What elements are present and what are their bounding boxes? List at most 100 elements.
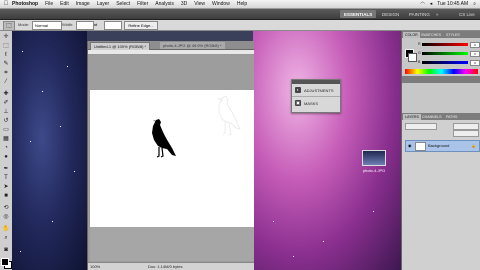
blur-tool-icon[interactable]: ◔ xyxy=(2,145,10,152)
menu-window[interactable]: Window xyxy=(212,1,230,7)
dodge-tool-icon[interactable]: ● xyxy=(2,154,10,161)
options-bar: ⬚ Mode: Normal Width: ⇄ Refine Edge... xyxy=(0,20,480,31)
3d-rotate-tool-icon[interactable]: ⟲ xyxy=(2,205,10,212)
black-bird-silhouette[interactable] xyxy=(148,118,178,164)
desktop-background-left xyxy=(12,31,87,270)
foreground-color-swatch[interactable] xyxy=(1,258,9,266)
menu-help[interactable]: Help xyxy=(237,1,247,7)
menu-3d[interactable]: 3D xyxy=(181,1,187,7)
color-panel-tabs: COLOR SWATCHES STYLES xyxy=(402,31,480,38)
menu-image[interactable]: Image xyxy=(76,1,90,7)
path-select-tool-icon[interactable]: ➤ xyxy=(2,184,10,191)
red-slider[interactable] xyxy=(422,43,468,46)
ruler xyxy=(88,50,254,55)
eye-icon[interactable]: ◉ xyxy=(408,143,412,148)
green-value[interactable]: 0 xyxy=(470,51,480,57)
quick-select-tool-icon[interactable]: ✎ xyxy=(2,61,10,68)
screen:  Photoshop File Edit Image Layer Select… xyxy=(0,0,480,270)
color-ramp[interactable] xyxy=(405,69,478,74)
red-value[interactable]: 0 xyxy=(470,42,480,48)
lock-icon: 🔒 xyxy=(471,143,476,148)
layer-options xyxy=(405,123,479,137)
adjustments-panel-tabs xyxy=(402,76,480,83)
tab-untitled-1[interactable]: Untitled-1 @ 100% (RGB/8) * xyxy=(90,42,151,50)
type-tool-icon[interactable]: T xyxy=(2,175,10,182)
blend-mode-select[interactable] xyxy=(405,123,437,130)
masks-icon: ▣ xyxy=(295,100,301,106)
wifi-icon[interactable]: ◠ xyxy=(420,1,424,7)
eyedropper-tool-icon[interactable]: ⁄ xyxy=(2,79,10,86)
workspace-painting-button[interactable]: PAINTING xyxy=(405,10,434,18)
pen-tool-icon[interactable]: ✒ xyxy=(2,166,10,173)
layers-panel-tabs: LAYERS CHANNELS PATHS xyxy=(402,113,480,120)
masks-label: MASKS xyxy=(304,100,319,106)
quick-mask-icon[interactable]: ◙ xyxy=(2,247,10,254)
stamp-tool-icon[interactable]: ⊥ xyxy=(2,109,10,116)
green-label: G xyxy=(418,51,421,55)
menubar-status: ◠ ◂ Tue 10:45 AM ⌕ xyxy=(420,0,476,8)
green-slider[interactable] xyxy=(422,52,468,55)
menu-view[interactable]: View xyxy=(194,1,205,7)
masks-row[interactable]: ▣ MASKS xyxy=(292,96,340,109)
width-field[interactable] xyxy=(76,21,94,30)
crop-tool-icon[interactable]: ⌗ xyxy=(2,70,10,77)
lasso-tool-icon[interactable]: ℓ xyxy=(2,52,10,59)
spotlight-icon[interactable]: ⌕ xyxy=(473,1,476,7)
menu-select[interactable]: Select xyxy=(116,1,130,7)
tab-untitled-1-label: Untitled-1 @ 100% (RGB/8) * xyxy=(94,44,147,49)
zoom-level[interactable]: 100% xyxy=(90,264,100,269)
workspace-essentials-button[interactable]: ESSENTIALS xyxy=(340,10,377,18)
width-label: Width: xyxy=(62,22,74,27)
desktop-file-icon[interactable] xyxy=(362,150,386,166)
menu-filter[interactable]: Filter xyxy=(137,1,148,7)
gradient-tool-icon[interactable]: ▦ xyxy=(2,136,10,143)
apple-icon[interactable]:  xyxy=(0,1,12,7)
adjustments-masks-panel: ◐ ADJUSTMENTS ▣ MASKS xyxy=(291,79,341,113)
layers-panel: ◉ Background 🔒 xyxy=(402,120,480,270)
mode-select[interactable]: Normal xyxy=(32,21,62,30)
zoom-tool-icon[interactable]: ⌕ xyxy=(2,235,10,242)
adjustments-row[interactable]: ◐ ADJUSTMENTS xyxy=(292,84,340,96)
fill-field[interactable] xyxy=(453,130,479,137)
healing-tool-icon[interactable]: ✚ xyxy=(2,91,10,98)
menu-analysis[interactable]: Analysis xyxy=(155,1,174,7)
layer-thumbnail xyxy=(415,142,426,151)
red-label: R xyxy=(418,42,421,46)
height-field[interactable] xyxy=(104,21,122,30)
eraser-tool-icon[interactable]: ▭ xyxy=(2,127,10,134)
volume-icon[interactable]: ◂ xyxy=(430,1,433,7)
menu-file[interactable]: File xyxy=(45,1,53,7)
blue-slider[interactable] xyxy=(422,61,468,64)
clock[interactable]: Tue 10:45 AM xyxy=(437,1,468,7)
layer-row-background[interactable]: ◉ Background 🔒 xyxy=(405,140,480,152)
outline-bird[interactable] xyxy=(212,95,246,143)
link-icon[interactable]: ⇄ xyxy=(94,22,97,27)
menu-edit[interactable]: Edit xyxy=(60,1,69,7)
brush-tool-icon[interactable]: ✐ xyxy=(2,100,10,107)
cs-live-button[interactable]: CS Live xyxy=(455,10,479,18)
desktop-file-label[interactable]: photo-4.JPG xyxy=(356,168,392,173)
blue-value[interactable]: 0 xyxy=(470,60,480,66)
opacity-field[interactable] xyxy=(453,123,479,130)
history-brush-tool-icon[interactable]: ↺ xyxy=(2,118,10,125)
tab-photo-4-label: photo-4.JPG @ 49.9% (RGB/8) * xyxy=(163,43,222,48)
pasteboard xyxy=(90,227,254,261)
menu-app-name[interactable]: Photoshop xyxy=(12,1,38,7)
panel-background-swatch[interactable] xyxy=(408,53,417,62)
workspace-design-button[interactable]: DESIGN xyxy=(378,10,403,18)
tab-photo-4[interactable]: photo-4.JPG @ 49.9% (RGB/8) * xyxy=(160,42,225,49)
hand-tool-icon[interactable]: ✋ xyxy=(2,226,10,233)
3d-orbit-tool-icon[interactable]: ◎ xyxy=(2,214,10,221)
current-tool-icon[interactable]: ⬚ xyxy=(3,21,15,31)
menu-bar:  Photoshop File Edit Image Layer Select… xyxy=(0,0,480,9)
refine-edge-button[interactable]: Refine Edge... xyxy=(124,21,158,30)
marquee-tool-icon[interactable]: ⬚ xyxy=(2,43,10,50)
adjustments-icon: ◐ xyxy=(295,87,301,93)
workspace-more-button[interactable]: » xyxy=(432,10,443,18)
menu-layer[interactable]: Layer xyxy=(97,1,110,7)
shape-tool-icon[interactable]: ■ xyxy=(2,193,10,200)
move-tool-icon[interactable]: ✛ xyxy=(2,34,10,41)
adjustments-label: ADJUSTMENTS xyxy=(304,87,334,93)
panel-dock: COLOR SWATCHES STYLES R 0 G 0 B 0 LAYERS… xyxy=(401,31,480,270)
document-tabs: Untitled-1 @ 100% (RGB/8) * photo-4.JPG … xyxy=(88,41,254,50)
